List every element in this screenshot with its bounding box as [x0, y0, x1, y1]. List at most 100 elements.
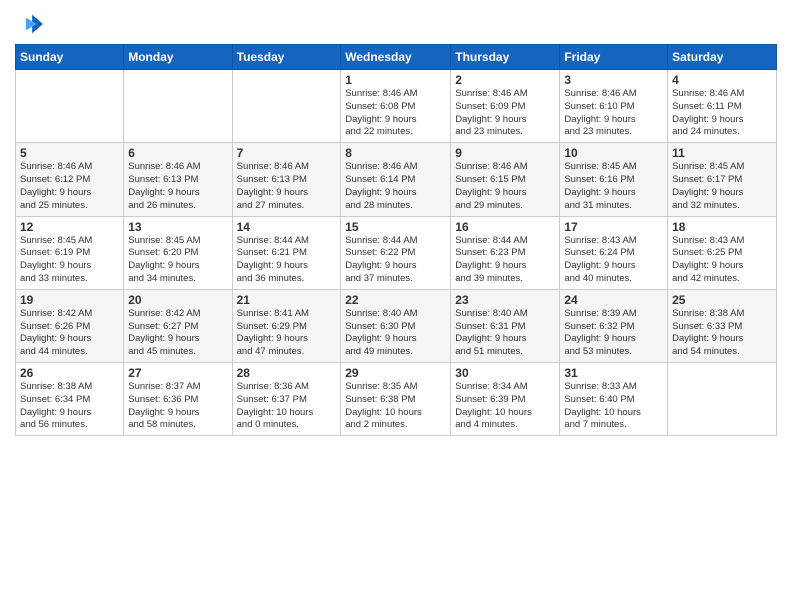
day-cell: 31Sunrise: 8:33 AM Sunset: 6:40 PM Dayli… — [560, 363, 668, 436]
day-info: Sunrise: 8:41 AM Sunset: 6:29 PM Dayligh… — [237, 308, 337, 359]
day-info: Sunrise: 8:33 AM Sunset: 6:40 PM Dayligh… — [564, 381, 663, 432]
day-cell: 8Sunrise: 8:46 AM Sunset: 6:14 PM Daylig… — [341, 143, 451, 216]
day-info: Sunrise: 8:36 AM Sunset: 6:37 PM Dayligh… — [237, 381, 337, 432]
day-info: Sunrise: 8:43 AM Sunset: 6:25 PM Dayligh… — [672, 235, 772, 286]
day-cell: 1Sunrise: 8:46 AM Sunset: 6:08 PM Daylig… — [341, 70, 451, 143]
day-number: 19 — [20, 293, 119, 307]
day-info: Sunrise: 8:46 AM Sunset: 6:12 PM Dayligh… — [20, 161, 119, 212]
day-number: 31 — [564, 366, 663, 380]
day-cell: 14Sunrise: 8:44 AM Sunset: 6:21 PM Dayli… — [232, 216, 341, 289]
day-number: 28 — [237, 366, 337, 380]
day-cell: 11Sunrise: 8:45 AM Sunset: 6:17 PM Dayli… — [668, 143, 777, 216]
day-info: Sunrise: 8:46 AM Sunset: 6:13 PM Dayligh… — [237, 161, 337, 212]
day-number: 20 — [128, 293, 227, 307]
day-header-sunday: Sunday — [16, 45, 124, 70]
calendar-header: SundayMondayTuesdayWednesdayThursdayFrid… — [16, 45, 777, 70]
day-number: 16 — [455, 220, 555, 234]
day-info: Sunrise: 8:44 AM Sunset: 6:21 PM Dayligh… — [237, 235, 337, 286]
day-cell: 3Sunrise: 8:46 AM Sunset: 6:10 PM Daylig… — [560, 70, 668, 143]
day-header-monday: Monday — [124, 45, 232, 70]
day-info: Sunrise: 8:35 AM Sunset: 6:38 PM Dayligh… — [345, 381, 446, 432]
day-header-saturday: Saturday — [668, 45, 777, 70]
day-cell — [232, 70, 341, 143]
day-number: 6 — [128, 146, 227, 160]
day-info: Sunrise: 8:46 AM Sunset: 6:15 PM Dayligh… — [455, 161, 555, 212]
day-info: Sunrise: 8:37 AM Sunset: 6:36 PM Dayligh… — [128, 381, 227, 432]
day-cell: 28Sunrise: 8:36 AM Sunset: 6:37 PM Dayli… — [232, 363, 341, 436]
day-info: Sunrise: 8:42 AM Sunset: 6:26 PM Dayligh… — [20, 308, 119, 359]
day-cell: 19Sunrise: 8:42 AM Sunset: 6:26 PM Dayli… — [16, 289, 124, 362]
day-cell: 13Sunrise: 8:45 AM Sunset: 6:20 PM Dayli… — [124, 216, 232, 289]
day-cell — [668, 363, 777, 436]
day-cell: 27Sunrise: 8:37 AM Sunset: 6:36 PM Dayli… — [124, 363, 232, 436]
day-number: 14 — [237, 220, 337, 234]
day-info: Sunrise: 8:46 AM Sunset: 6:09 PM Dayligh… — [455, 88, 555, 139]
day-cell: 23Sunrise: 8:40 AM Sunset: 6:31 PM Dayli… — [451, 289, 560, 362]
week-row-2: 5Sunrise: 8:46 AM Sunset: 6:12 PM Daylig… — [16, 143, 777, 216]
day-cell: 9Sunrise: 8:46 AM Sunset: 6:15 PM Daylig… — [451, 143, 560, 216]
week-row-1: 1Sunrise: 8:46 AM Sunset: 6:08 PM Daylig… — [16, 70, 777, 143]
day-number: 25 — [672, 293, 772, 307]
day-cell: 5Sunrise: 8:46 AM Sunset: 6:12 PM Daylig… — [16, 143, 124, 216]
day-cell: 20Sunrise: 8:42 AM Sunset: 6:27 PM Dayli… — [124, 289, 232, 362]
day-number: 1 — [345, 73, 446, 87]
day-cell: 25Sunrise: 8:38 AM Sunset: 6:33 PM Dayli… — [668, 289, 777, 362]
day-cell — [16, 70, 124, 143]
day-cell: 6Sunrise: 8:46 AM Sunset: 6:13 PM Daylig… — [124, 143, 232, 216]
day-info: Sunrise: 8:44 AM Sunset: 6:23 PM Dayligh… — [455, 235, 555, 286]
day-cell: 18Sunrise: 8:43 AM Sunset: 6:25 PM Dayli… — [668, 216, 777, 289]
day-cell: 4Sunrise: 8:46 AM Sunset: 6:11 PM Daylig… — [668, 70, 777, 143]
day-number: 24 — [564, 293, 663, 307]
day-number: 3 — [564, 73, 663, 87]
day-info: Sunrise: 8:39 AM Sunset: 6:32 PM Dayligh… — [564, 308, 663, 359]
day-info: Sunrise: 8:46 AM Sunset: 6:08 PM Dayligh… — [345, 88, 446, 139]
day-cell: 22Sunrise: 8:40 AM Sunset: 6:30 PM Dayli… — [341, 289, 451, 362]
day-number: 13 — [128, 220, 227, 234]
day-number: 21 — [237, 293, 337, 307]
calendar-body: 1Sunrise: 8:46 AM Sunset: 6:08 PM Daylig… — [16, 70, 777, 436]
day-info: Sunrise: 8:34 AM Sunset: 6:39 PM Dayligh… — [455, 381, 555, 432]
day-number: 2 — [455, 73, 555, 87]
day-cell: 12Sunrise: 8:45 AM Sunset: 6:19 PM Dayli… — [16, 216, 124, 289]
day-cell: 2Sunrise: 8:46 AM Sunset: 6:09 PM Daylig… — [451, 70, 560, 143]
day-number: 11 — [672, 146, 772, 160]
day-header-thursday: Thursday — [451, 45, 560, 70]
day-cell: 7Sunrise: 8:46 AM Sunset: 6:13 PM Daylig… — [232, 143, 341, 216]
day-info: Sunrise: 8:43 AM Sunset: 6:24 PM Dayligh… — [564, 235, 663, 286]
day-cell: 26Sunrise: 8:38 AM Sunset: 6:34 PM Dayli… — [16, 363, 124, 436]
day-header-tuesday: Tuesday — [232, 45, 341, 70]
day-cell: 30Sunrise: 8:34 AM Sunset: 6:39 PM Dayli… — [451, 363, 560, 436]
day-number: 29 — [345, 366, 446, 380]
day-number: 4 — [672, 73, 772, 87]
day-number: 5 — [20, 146, 119, 160]
day-header-wednesday: Wednesday — [341, 45, 451, 70]
day-info: Sunrise: 8:45 AM Sunset: 6:17 PM Dayligh… — [672, 161, 772, 212]
day-info: Sunrise: 8:42 AM Sunset: 6:27 PM Dayligh… — [128, 308, 227, 359]
day-number: 15 — [345, 220, 446, 234]
day-info: Sunrise: 8:40 AM Sunset: 6:30 PM Dayligh… — [345, 308, 446, 359]
day-cell: 10Sunrise: 8:45 AM Sunset: 6:16 PM Dayli… — [560, 143, 668, 216]
day-number: 17 — [564, 220, 663, 234]
day-number: 23 — [455, 293, 555, 307]
day-info: Sunrise: 8:38 AM Sunset: 6:34 PM Dayligh… — [20, 381, 119, 432]
day-info: Sunrise: 8:40 AM Sunset: 6:31 PM Dayligh… — [455, 308, 555, 359]
day-number: 10 — [564, 146, 663, 160]
day-number: 18 — [672, 220, 772, 234]
day-info: Sunrise: 8:46 AM Sunset: 6:11 PM Dayligh… — [672, 88, 772, 139]
header-row: SundayMondayTuesdayWednesdayThursdayFrid… — [16, 45, 777, 70]
day-info: Sunrise: 8:45 AM Sunset: 6:20 PM Dayligh… — [128, 235, 227, 286]
logo — [15, 10, 47, 38]
day-info: Sunrise: 8:45 AM Sunset: 6:19 PM Dayligh… — [20, 235, 119, 286]
day-number: 7 — [237, 146, 337, 160]
day-info: Sunrise: 8:46 AM Sunset: 6:10 PM Dayligh… — [564, 88, 663, 139]
logo-icon — [15, 10, 43, 38]
week-row-5: 26Sunrise: 8:38 AM Sunset: 6:34 PM Dayli… — [16, 363, 777, 436]
day-info: Sunrise: 8:46 AM Sunset: 6:14 PM Dayligh… — [345, 161, 446, 212]
day-number: 9 — [455, 146, 555, 160]
day-number: 8 — [345, 146, 446, 160]
day-number: 30 — [455, 366, 555, 380]
day-info: Sunrise: 8:46 AM Sunset: 6:13 PM Dayligh… — [128, 161, 227, 212]
day-cell: 21Sunrise: 8:41 AM Sunset: 6:29 PM Dayli… — [232, 289, 341, 362]
week-row-3: 12Sunrise: 8:45 AM Sunset: 6:19 PM Dayli… — [16, 216, 777, 289]
week-row-4: 19Sunrise: 8:42 AM Sunset: 6:26 PM Dayli… — [16, 289, 777, 362]
